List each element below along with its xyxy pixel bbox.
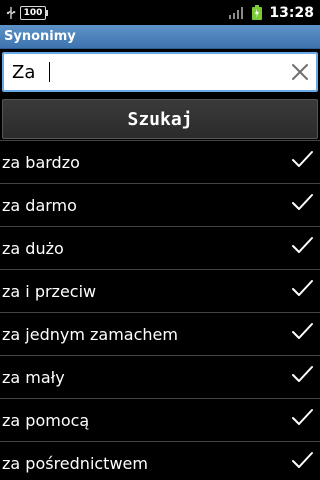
check-icon[interactable] bbox=[290, 320, 314, 344]
list-item-label: za bardzo bbox=[2, 152, 80, 172]
battery-level-text: 100 bbox=[23, 7, 43, 18]
check-icon[interactable] bbox=[290, 363, 314, 387]
list-item[interactable]: za pośrednictwem bbox=[0, 441, 320, 480]
list-item-label: za pomocą bbox=[2, 410, 90, 430]
list-item-label: za darmo bbox=[2, 195, 77, 215]
status-bar: 100 13:28 bbox=[0, 0, 320, 25]
search-button[interactable]: Szukaj bbox=[2, 99, 318, 139]
search-field[interactable] bbox=[2, 52, 318, 92]
clock: 13:28 bbox=[269, 4, 314, 21]
search-button-label: Szukaj bbox=[127, 108, 193, 130]
status-right: 13:28 bbox=[229, 3, 314, 22]
list-item-label: za jednym zamachem bbox=[2, 324, 178, 344]
check-icon[interactable] bbox=[290, 234, 314, 258]
check-icon[interactable] bbox=[290, 191, 314, 215]
check-icon[interactable] bbox=[290, 148, 314, 172]
app-title-bar: Synonimy bbox=[0, 25, 320, 49]
signal-icon bbox=[229, 6, 244, 19]
clear-search-button[interactable] bbox=[288, 60, 312, 84]
app-title: Synonimy bbox=[4, 29, 76, 44]
list-item-label: za i przeciw bbox=[2, 281, 97, 301]
list-item[interactable]: za mały bbox=[0, 355, 320, 398]
battery-level-icon: 100 bbox=[20, 5, 48, 20]
check-icon[interactable] bbox=[290, 406, 314, 430]
list-item[interactable]: za jednym zamachem bbox=[0, 312, 320, 355]
list-item[interactable]: za pomocą bbox=[0, 398, 320, 441]
list-item[interactable]: za dużo bbox=[0, 226, 320, 269]
list-item-label: za mały bbox=[2, 367, 65, 387]
list-item-label: za pośrednictwem bbox=[2, 453, 148, 473]
battery-charging-icon bbox=[252, 4, 263, 20]
close-icon bbox=[292, 64, 308, 80]
check-icon[interactable] bbox=[290, 449, 314, 473]
text-cursor bbox=[49, 62, 50, 82]
results-list: za bardzo za darmo za dużo za i przeciw … bbox=[0, 140, 320, 480]
usb-icon bbox=[6, 6, 16, 19]
search-input[interactable] bbox=[4, 54, 274, 90]
list-item[interactable]: za darmo bbox=[0, 183, 320, 226]
check-icon[interactable] bbox=[290, 277, 314, 301]
status-left: 100 bbox=[6, 3, 48, 22]
list-item[interactable]: za i przeciw bbox=[0, 269, 320, 312]
list-item[interactable]: za bardzo bbox=[0, 140, 320, 183]
list-item-label: za dużo bbox=[2, 238, 64, 258]
